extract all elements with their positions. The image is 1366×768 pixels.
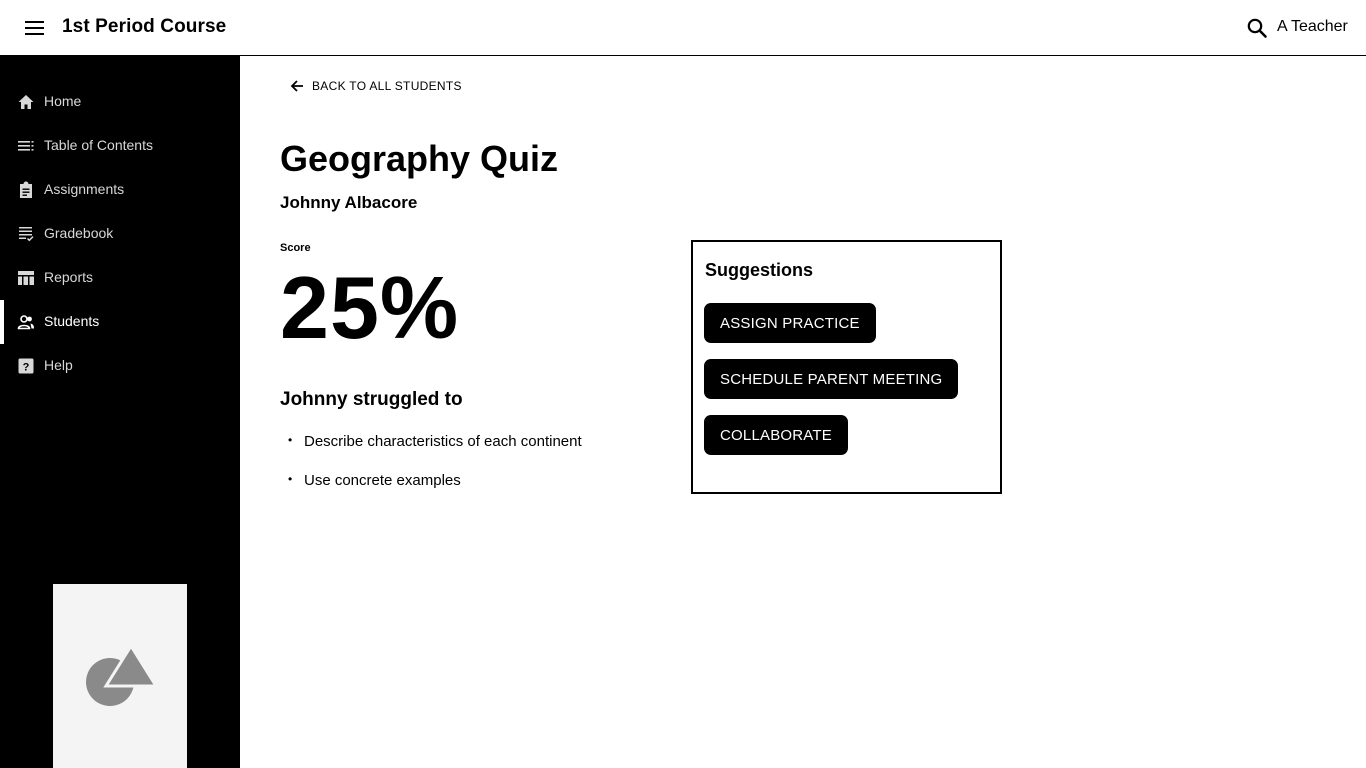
course-title: 1st Period Course — [62, 16, 227, 37]
sidebar-item-label: Gradebook — [44, 225, 114, 241]
sidebar-item-gradebook[interactable]: Gradebook — [0, 212, 240, 256]
list-item-text: Use concrete examples — [304, 472, 461, 489]
table-icon — [18, 271, 34, 285]
help-icon: ? — [18, 358, 34, 374]
student-name: Johnny Albacore — [280, 193, 418, 212]
home-icon — [18, 95, 34, 109]
clipboard-icon — [20, 181, 32, 198]
checklist-icon — [19, 227, 34, 242]
score-value: 25% — [280, 258, 460, 357]
shapes-placeholder-icon — [86, 646, 156, 706]
back-link-label: BACK TO ALL STUDENTS — [312, 79, 462, 93]
sidebar-item-help[interactable]: ? Help — [0, 344, 240, 388]
bullet-icon: • — [288, 472, 293, 486]
assign-practice-button[interactable]: ASSIGN PRACTICE — [704, 303, 876, 343]
sidebar: Home Table of Contents Assignments Grade… — [0, 56, 240, 768]
sidebar-item-label: Reports — [44, 269, 94, 285]
menu-icon[interactable] — [24, 17, 46, 39]
sidebar-item-students[interactable]: Students — [0, 300, 240, 344]
collaborate-button[interactable]: COLLABORATE — [704, 415, 848, 455]
top-bar: 1st Period Course A Teacher — [0, 0, 1366, 56]
promo-image-placeholder — [53, 584, 187, 768]
sidebar-item-reports[interactable]: Reports — [0, 256, 240, 300]
bullet-icon: • — [288, 433, 293, 447]
suggestions-panel: Suggestions ASSIGN PRACTICE SCHEDULE PAR… — [691, 240, 1002, 494]
list-icon — [18, 141, 34, 151]
struggle-heading: Johnny struggled to — [280, 389, 463, 410]
user-name[interactable]: A Teacher — [1277, 18, 1348, 36]
svg-text:?: ? — [23, 362, 30, 374]
sidebar-item-label: Help — [44, 357, 73, 373]
score-label: Score — [280, 242, 311, 254]
suggestions-title: Suggestions — [705, 260, 814, 280]
arrow-left-icon — [290, 80, 303, 92]
sidebar-item-assignments[interactable]: Assignments — [0, 168, 240, 212]
sidebar-item-label: Students — [44, 313, 100, 329]
sidebar-item-label: Table of Contents — [44, 137, 153, 153]
sidebar-item-label: Assignments — [44, 181, 125, 197]
schedule-parent-meeting-button[interactable]: SCHEDULE PARENT MEETING — [704, 359, 959, 399]
search-icon[interactable] — [1246, 17, 1268, 39]
sidebar-item-label: Home — [44, 93, 82, 109]
people-icon — [17, 315, 34, 330]
sidebar-item-table-of-contents[interactable]: Table of Contents — [0, 124, 240, 168]
page-title: Geography Quiz — [280, 138, 559, 179]
list-item-text: Describe characteristics of each contine… — [304, 433, 582, 450]
sidebar-item-home[interactable]: Home — [0, 80, 240, 124]
